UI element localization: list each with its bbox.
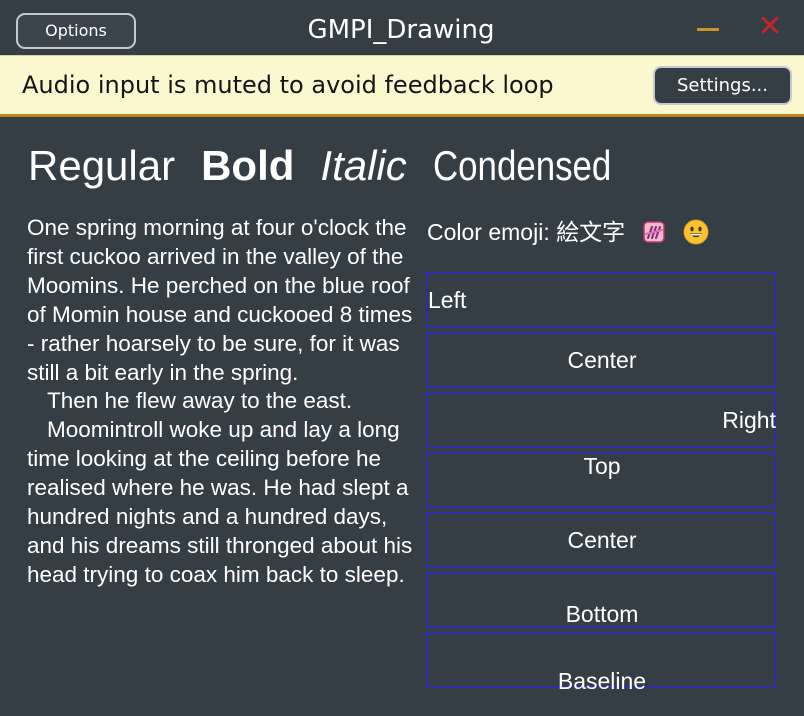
italic-sample: Italic	[320, 142, 407, 189]
minimize-icon[interactable]	[696, 13, 722, 43]
story-paragraph: Then he flew away to the east.	[47, 388, 353, 414]
bold-sample: Bold	[201, 142, 295, 189]
condensed-sample: Condensed	[432, 142, 612, 189]
regular-sample: Regular	[28, 142, 176, 189]
window-title: GMPI_Drawing	[307, 15, 495, 45]
story-paragraph: Moomintroll woke up and lay a long time …	[27, 417, 413, 587]
align-bottom-box: Bottom	[426, 572, 776, 627]
grinning-face-icon	[683, 219, 709, 245]
align-left-box: Left	[426, 272, 776, 327]
story-paragraph: One spring morning at four o'clock the f…	[27, 215, 413, 385]
align-bottom-label: Bottom	[565, 601, 639, 627]
align-middle-label: Center	[567, 527, 637, 553]
muted-banner: Audio input is muted to avoid feedback l…	[0, 55, 804, 117]
align-top-box: Top	[426, 452, 776, 507]
banner-message: Audio input is muted to avoid feedback l…	[22, 71, 554, 99]
align-middle-box: Center	[426, 512, 776, 567]
align-right-box: Right	[426, 392, 776, 447]
align-baseline-box: Baseline	[426, 632, 776, 694]
story-text: One spring morning at four o'clock the f…	[27, 214, 413, 590]
align-baseline-label: Baseline	[557, 668, 647, 694]
font-style-samples: Regular Bold Italic Condensed	[28, 140, 648, 192]
align-center-box: Center	[426, 332, 776, 387]
emoji-label: Color emoji: 絵文字	[427, 219, 626, 245]
emoji-sample: Color emoji: 絵文字	[427, 215, 710, 249]
hand-icon	[642, 221, 665, 243]
settings-button[interactable]: Settings...	[653, 66, 792, 105]
align-center-label: Center	[567, 347, 637, 373]
align-left-label: Left	[428, 287, 467, 313]
align-top-label: Top	[583, 453, 621, 479]
align-right-label: Right	[722, 407, 776, 433]
options-button[interactable]: Options	[16, 13, 136, 49]
close-icon[interactable]: ✕	[755, 12, 785, 42]
title-bar: Options GMPI_Drawing ✕	[0, 0, 804, 56]
